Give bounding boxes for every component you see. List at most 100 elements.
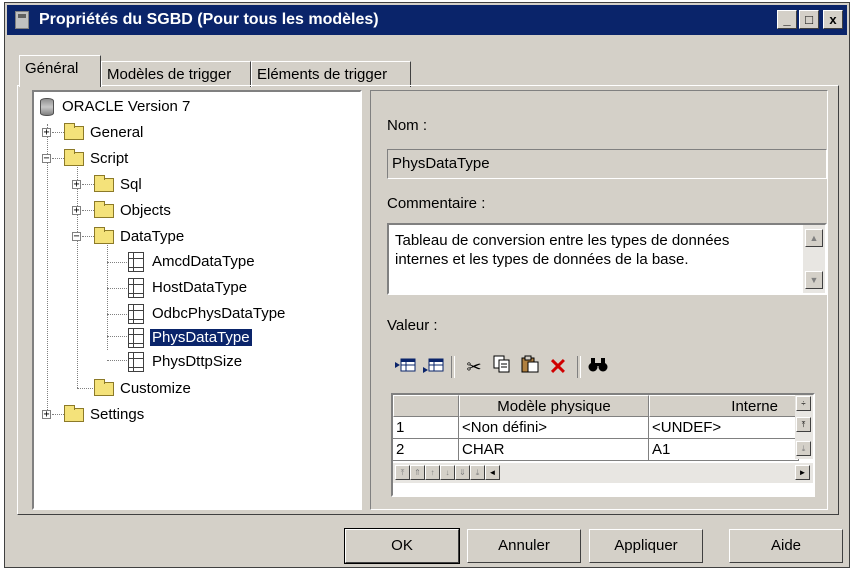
collapse-icon[interactable]: − [42,154,51,164]
tree-line [77,388,93,390]
database-icon [40,98,54,116]
nav-first-icon[interactable]: ⤒ [395,465,410,480]
commentaire-text: Tableau de conversion entre les types de… [395,232,730,268]
folder-icon [94,379,114,396]
commentaire-field[interactable]: Tableau de conversion entre les types de… [387,223,827,295]
folder-icon [94,175,114,192]
scroll-down-icon[interactable]: ▼ [805,271,823,289]
tree-node-sql[interactable]: + Sql [72,175,272,196]
folder-icon [64,149,84,166]
scroll-up-icon[interactable]: ▲ [805,229,823,247]
grid-cell[interactable]: <Non défini> [459,417,649,439]
ok-button[interactable]: OK [344,528,460,564]
tree-node-label: DataType [120,228,185,245]
grid-header-modele[interactable]: Modèle physique [459,395,649,417]
table-icon [128,328,144,348]
copy-icon[interactable] [489,355,515,379]
nav-page-up-icon[interactable]: ⇑ [410,465,425,480]
add-row-icon[interactable] [421,355,447,379]
grid-row-number[interactable]: 2 [393,439,459,461]
insert-row-icon[interactable] [393,355,419,379]
tree-node-label: Settings [90,406,145,423]
scroll-bottom-icon[interactable]: ⤓ [796,441,811,456]
tab-trigger-templates[interactable]: Modèles de trigger [101,61,251,87]
tree-node-odbcphysdatatype[interactable]: OdbcPhysDataType [128,304,348,324]
maximize-button[interactable]: □ [799,10,819,29]
tree-node-script[interactable]: − Script [42,149,242,170]
tree-node-label-selected: PhysDataType [149,328,253,347]
scroll-right-icon[interactable]: ► [795,465,810,480]
dbms-tree[interactable]: ORACLE Version 7 + General − Script + Sq… [32,90,362,510]
minimize-button[interactable]: _ [777,10,797,29]
value-grid[interactable]: Modèle physique Interne 1 <Non défini> <… [391,393,815,497]
scroll-left-icon[interactable]: ◄ [485,465,500,480]
tab-general[interactable]: Général [19,55,101,87]
close-button[interactable]: x [823,10,843,29]
tree-line [107,314,127,316]
tab-trigger-items[interactable]: Eléments de trigger [251,61,411,87]
nav-up-icon[interactable]: ↑ [425,465,440,480]
scroll-spin-icon[interactable]: ÷ [796,396,811,411]
cut-icon[interactable]: ✂ [461,355,487,379]
grid-header-corner [393,395,459,417]
tree-node-amcddatatype[interactable]: AmcdDataType [128,252,328,272]
title-bar[interactable]: Propriétés du SGBD (Pour tous les modèle… [7,5,847,35]
toolbar-separator [451,356,455,378]
tree-line [107,288,127,290]
expand-icon[interactable]: + [72,180,81,190]
properties-panel: Nom : PhysDataType Commentaire : Tableau… [370,90,828,510]
tree-node-label: Objects [120,202,171,219]
tree-node-physdatatype[interactable]: PhysDataType [128,328,328,348]
folder-icon [94,227,114,244]
nav-last-icon[interactable]: ⤓ [470,465,485,480]
grid-vertical-scrollbar[interactable]: ÷ ⤒ ⤓ [795,395,813,459]
scroll-top-icon[interactable]: ⤒ [796,417,811,432]
tree-node-settings[interactable]: + Settings [42,405,242,426]
tree-node-label: AmcdDataType [152,253,255,270]
paste-icon[interactable] [517,355,543,379]
nav-page-down-icon[interactable]: ⇓ [455,465,470,480]
grid-cell[interactable]: <UNDEF> [649,417,799,439]
grid-header-interne[interactable]: Interne [649,395,799,417]
nom-field[interactable]: PhysDataType [387,149,827,179]
expand-icon[interactable]: + [72,206,81,216]
toolbar-separator [577,356,581,378]
tree-node-customize[interactable]: Customize [94,379,294,400]
grid-cell[interactable]: CHAR [459,439,649,461]
app-icon [15,11,29,29]
expand-icon[interactable]: + [42,410,51,420]
cancel-button[interactable]: Annuler [467,529,581,563]
grid-row-number[interactable]: 1 [393,417,459,439]
dbms-properties-window: Propriétés du SGBD (Pour tous les modèle… [4,2,850,568]
tree-node-label: OdbcPhysDataType [152,305,286,322]
nav-down-icon[interactable]: ↓ [440,465,455,480]
tree-node-label: HostDataType [152,279,248,296]
nom-label: Nom : [387,117,428,134]
table-icon [128,278,144,298]
grid-cell[interactable]: A1 [649,439,799,461]
table-icon [128,252,144,272]
commentaire-scrollbar[interactable]: ▲ ▼ [803,225,825,293]
tree-node-label: Script [90,150,129,167]
tree-line [107,240,109,350]
grid-navigation-bar: ⤒ ⇑ ↑ ↓ ⇓ ⤓ ◄ ► [393,463,813,483]
tree-node-datatype[interactable]: − DataType [72,227,272,248]
tree-node-label: Customize [120,380,191,397]
delete-icon[interactable]: ✕ [545,355,571,379]
tree-node-general[interactable]: + General [42,123,242,144]
help-button[interactable]: Aide [729,529,843,563]
tree-line [107,262,127,264]
tree-node-physdttpsize[interactable]: PhysDttpSize [128,352,328,372]
folder-icon [94,201,114,218]
tree-node-hostdatatype[interactable]: HostDataType [128,278,328,298]
tree-line [107,336,127,338]
expand-icon[interactable]: + [42,128,51,138]
tree-node-label: Sql [120,176,142,193]
collapse-icon[interactable]: − [72,232,81,242]
apply-button[interactable]: Appliquer [589,529,703,563]
tree-node-objects[interactable]: + Objects [72,201,272,222]
commentaire-label: Commentaire : [387,195,486,212]
tree-line [107,360,127,362]
find-icon[interactable] [585,355,611,379]
tab-panel-general: ORACLE Version 7 + General − Script + Sq… [17,85,839,515]
